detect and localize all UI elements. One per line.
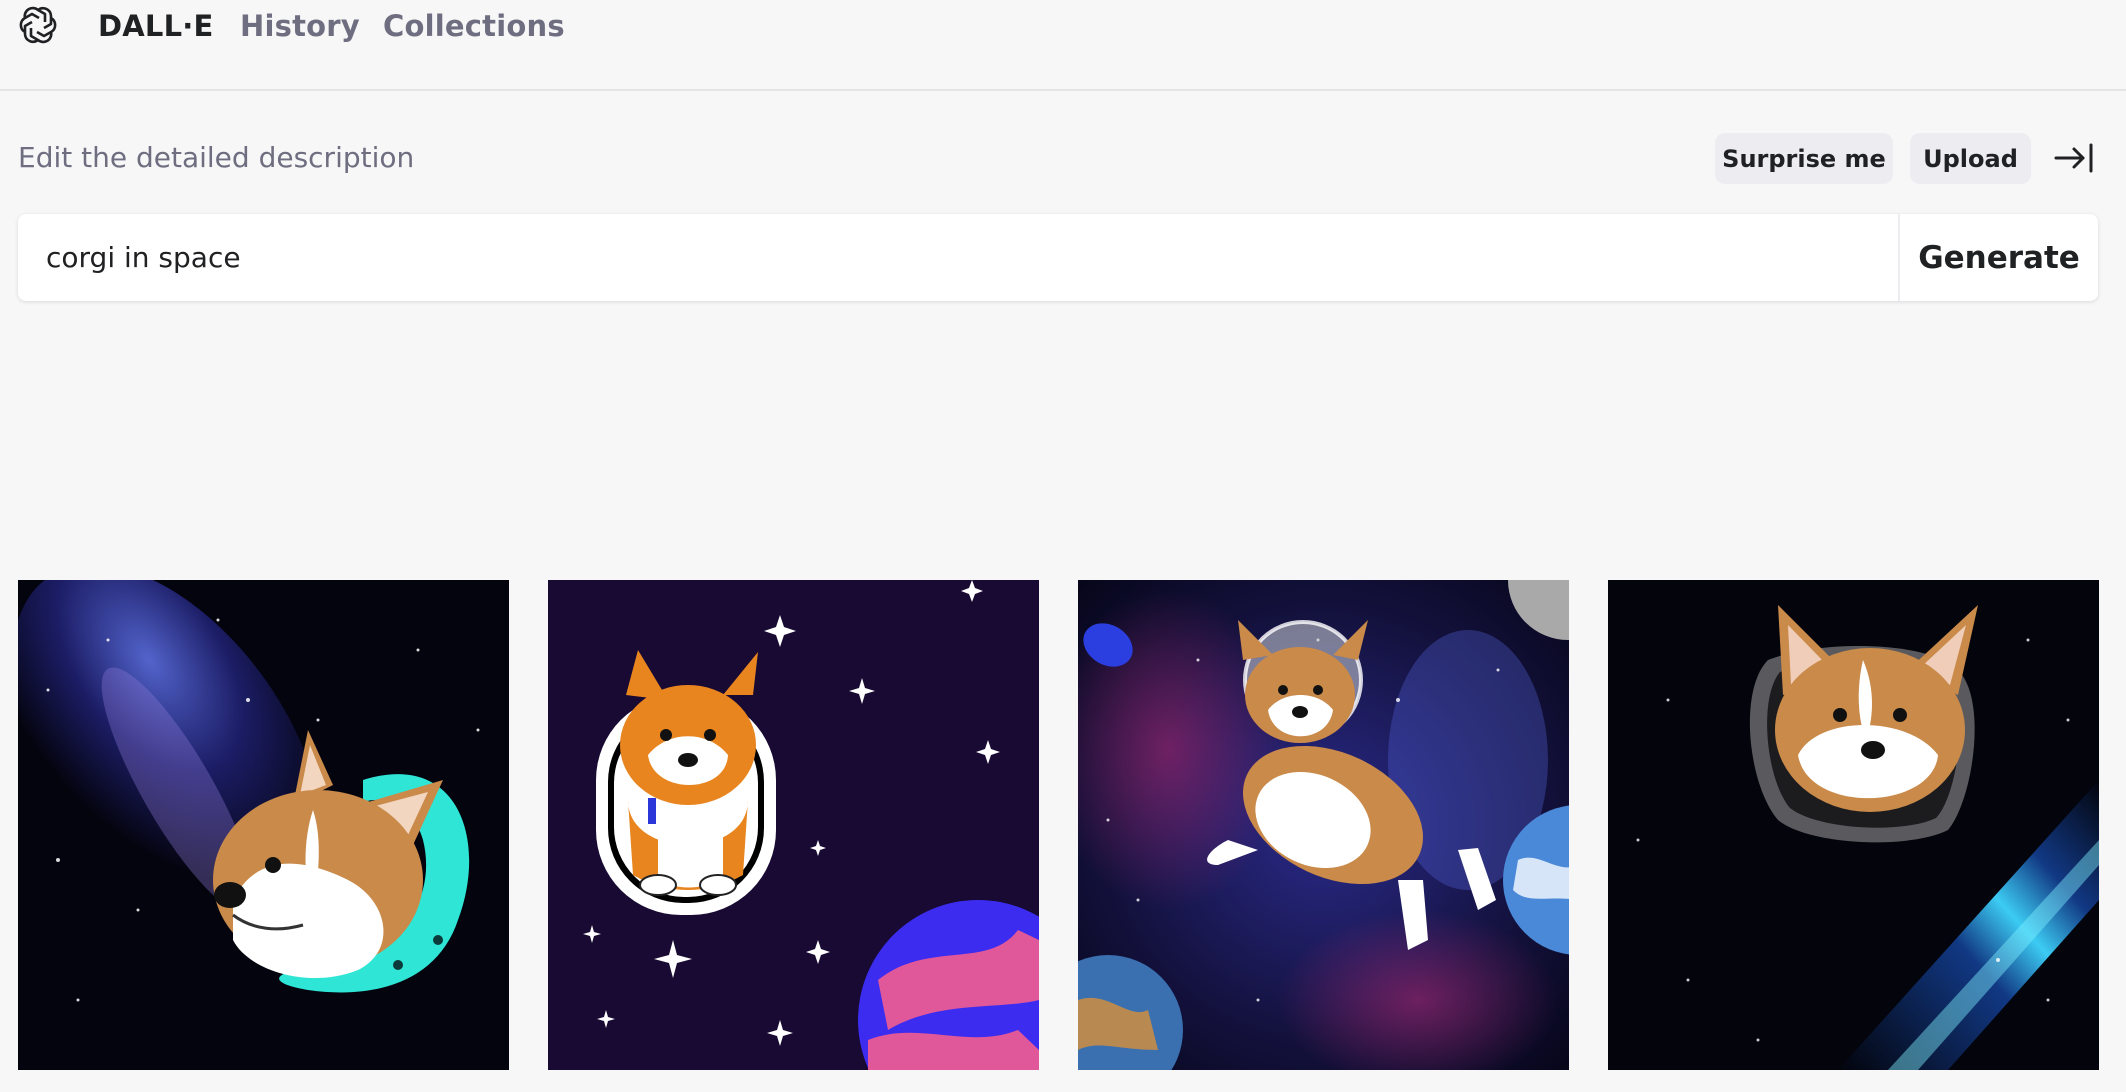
corgi-space-image-3	[1078, 580, 1569, 1070]
nav-brand-dalle[interactable]: DALL·E	[98, 8, 214, 44]
prompt-input[interactable]	[46, 234, 1886, 280]
corgi-space-image-1	[18, 580, 509, 1070]
result-image-2[interactable]	[548, 580, 1039, 1070]
surprise-me-button[interactable]: Surprise me	[1715, 133, 1893, 184]
corgi-space-image-2	[548, 580, 1039, 1070]
corgi-space-image-4	[1608, 580, 2099, 1070]
result-image-3[interactable]	[1078, 580, 1569, 1070]
generate-button[interactable]: Generate	[1900, 214, 2098, 301]
nav-collections-link[interactable]: Collections	[383, 8, 565, 44]
description-label: Edit the detailed description	[18, 141, 415, 174]
top-nav: DALL·E History Collections	[0, 0, 2126, 91]
prompt-bar: Generate	[18, 214, 2098, 301]
result-image-1[interactable]	[18, 580, 509, 1070]
upload-button[interactable]: Upload	[1910, 133, 2031, 184]
nav-history-link[interactable]: History	[240, 8, 360, 44]
collapse-panel-icon[interactable]	[2053, 139, 2095, 177]
openai-logo-icon[interactable]	[17, 4, 59, 46]
result-image-4[interactable]	[1608, 580, 2099, 1070]
